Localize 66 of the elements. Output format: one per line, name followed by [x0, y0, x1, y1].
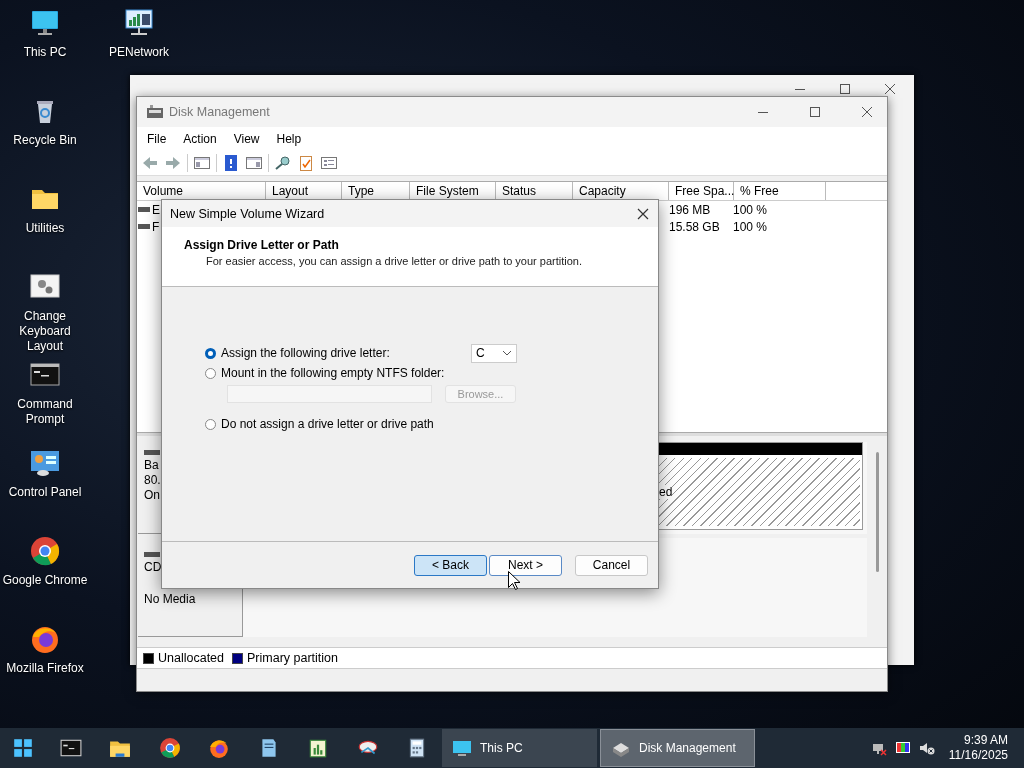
wizard-button[interactable]: < Back [414, 554, 487, 576]
desktop-icon-label[interactable]: Mozilla Firefox [6, 661, 84, 676]
desktop-icon-label[interactable]: Command Prompt [0, 397, 90, 427]
column-header[interactable]: Free Spa... [669, 182, 734, 200]
menu-item[interactable]: View [233, 132, 268, 146]
desktop-icon-label[interactable]: Utilities [25, 221, 65, 236]
radio-button[interactable] [205, 367, 216, 379]
option-label[interactable]: Assign the following drive letter: [221, 346, 390, 360]
desktop-icon-label[interactable]: Google Chrome [2, 573, 88, 588]
disk-label-text: CD [144, 560, 163, 575]
scrollbar[interactable] [875, 452, 879, 572]
disk-label-text: Ba [144, 458, 160, 473]
radio-button[interactable] [205, 418, 216, 430]
browser-icon[interactable] [158, 737, 181, 759]
table-cell: 15.58 GB [669, 219, 720, 234]
desktop-icon-label[interactable]: Change Keyboard Layout [0, 309, 90, 354]
partition-block[interactable]: ed [656, 442, 863, 530]
wizard-button[interactable]: Cancel [575, 554, 648, 576]
menu-item[interactable]: Action [183, 132, 225, 146]
browser-icon[interactable] [208, 737, 231, 759]
table-cell: 100 % [733, 202, 768, 217]
monitor-icon [452, 738, 472, 758]
chevron-down-icon [502, 350, 512, 356]
legend-label: Primary partition [247, 651, 338, 665]
search-icon[interactable] [274, 154, 292, 172]
menu-item[interactable]: Help [276, 132, 310, 146]
wizard-heading: Assign Drive Letter or Path [184, 238, 340, 252]
desktop-icon-label[interactable]: This PC [23, 45, 67, 60]
taskbar-button[interactable]: This PC [442, 729, 597, 767]
disk-label-text: On [144, 488, 161, 503]
close-icon[interactable] [636, 206, 650, 221]
clock[interactable]: 9:39 AM 11/16/2025 [942, 733, 1024, 763]
window-title: Disk Management [169, 105, 270, 119]
browser-icon [29, 535, 61, 567]
legend-label: Unallocated [158, 651, 224, 665]
taskbar-button[interactable]: Disk Management [600, 729, 755, 767]
cursor-icon [508, 571, 520, 590]
radio-button[interactable] [205, 347, 216, 359]
table-cell: F [152, 219, 160, 234]
desktop-icon-label[interactable]: Recycle Bin [13, 133, 77, 148]
start-icon[interactable] [12, 737, 34, 759]
desktop-icon-label[interactable]: PENetwork [109, 45, 169, 60]
drive-letter-dropdown[interactable]: C [471, 343, 517, 363]
option-label[interactable]: Do not assign a drive letter or drive path [221, 417, 434, 431]
partition-text: ed [659, 485, 673, 499]
wizard-button[interactable]: Next > [489, 554, 562, 576]
list-icon[interactable] [320, 154, 338, 172]
disk-management-icon [147, 105, 163, 119]
checklist-icon[interactable] [297, 154, 315, 172]
disk-label-text: No Media [144, 592, 197, 607]
disk-label-text: 80. [144, 473, 162, 488]
table-cell: E [152, 202, 160, 217]
panel-icon[interactable] [245, 154, 263, 172]
dialog-title: New Simple Volume Wizard [170, 206, 325, 221]
display-icon[interactable] [894, 740, 911, 756]
table-cell: 100 % [733, 219, 768, 234]
option-label[interactable]: Mount in the following empty NTFS folder: [221, 366, 445, 380]
wizard-description: For easier access, you can assign a drive letter or drive path to your partition. [206, 255, 583, 267]
console-tree-icon[interactable] [193, 154, 211, 172]
column-header[interactable]: % Free [734, 182, 826, 200]
help-icon[interactable] [222, 154, 240, 172]
terminal-icon[interactable] [59, 737, 82, 759]
table-cell: 196 MB [669, 202, 711, 217]
menu-item[interactable]: File [147, 132, 175, 146]
desktop-icon-label[interactable]: Control Panel [8, 485, 82, 500]
speaker-muted-icon[interactable] [918, 740, 935, 756]
